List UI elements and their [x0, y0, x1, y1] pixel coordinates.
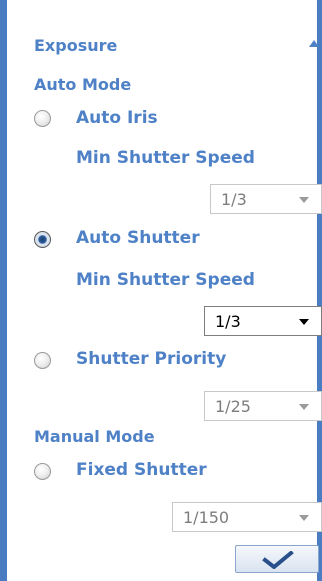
select-value: 1/3: [215, 312, 241, 331]
auto-mode-heading: Auto Mode: [34, 75, 132, 94]
auto-shutter-radio[interactable]: [34, 231, 51, 248]
auto-iris-min-shutter-label: Min Shutter Speed: [76, 148, 255, 168]
manual-mode-heading: Manual Mode: [34, 427, 155, 446]
exposure-panel: Exposure Auto Mode Auto Iris Min Shutter…: [0, 0, 322, 581]
shutter-priority-select[interactable]: 1/25: [204, 391, 322, 421]
fixed-shutter-label: Fixed Shutter: [76, 460, 207, 480]
shutter-priority-radio[interactable]: [34, 352, 51, 369]
chevron-down-icon: [299, 197, 309, 203]
apply-button[interactable]: [235, 545, 319, 573]
auto-shutter-label: Auto Shutter: [76, 228, 200, 248]
triangle-up-icon[interactable]: [309, 40, 319, 47]
chevron-down-icon: [299, 515, 309, 521]
shutter-priority-label: Shutter Priority: [76, 349, 227, 369]
checkmark-icon: [262, 551, 294, 569]
select-value: 1/150: [183, 508, 230, 527]
fixed-shutter-select[interactable]: 1/150: [172, 502, 322, 532]
select-value: 1/25: [215, 397, 251, 416]
fixed-shutter-radio[interactable]: [34, 463, 51, 480]
auto-shutter-min-shutter-label: Min Shutter Speed: [76, 270, 255, 290]
auto-shutter-min-shutter-select[interactable]: 1/3: [204, 306, 322, 336]
auto-iris-label: Auto Iris: [76, 108, 158, 128]
chevron-down-icon: [299, 319, 309, 325]
chevron-down-icon: [299, 404, 309, 410]
auto-iris-radio[interactable]: [34, 110, 51, 127]
panel-title: Exposure: [34, 36, 118, 55]
select-value: 1/3: [221, 190, 247, 209]
auto-iris-min-shutter-select[interactable]: 1/3: [210, 184, 322, 214]
